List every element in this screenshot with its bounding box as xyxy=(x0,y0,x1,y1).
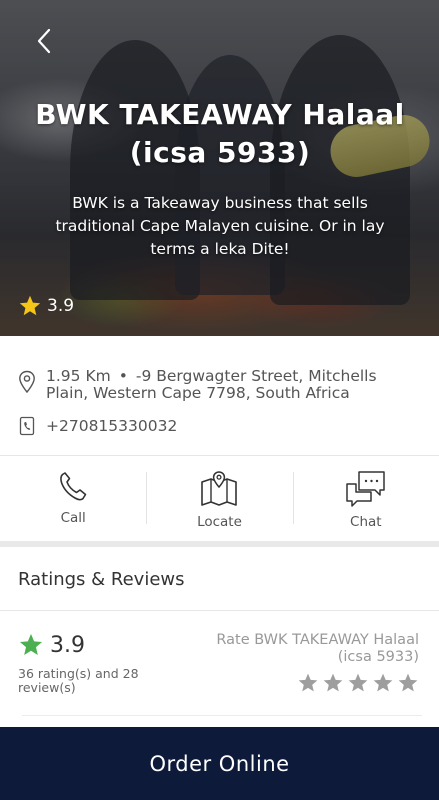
average-rating-value: 3.9 xyxy=(50,632,85,658)
section-divider xyxy=(0,541,439,547)
phone-icon xyxy=(19,416,35,436)
restaurant-description: BWK is a Takeaway business that sells tr… xyxy=(55,194,385,258)
call-label: Call xyxy=(60,510,86,526)
location-pin-icon xyxy=(19,370,35,394)
rate-star-icon[interactable] xyxy=(397,672,419,694)
rate-star-icon[interactable] xyxy=(322,672,344,694)
divider xyxy=(0,610,439,611)
phone-icon xyxy=(60,472,87,501)
phone-row[interactable]: +270815330032 xyxy=(18,416,421,436)
restaurant-info: 1.95 Km • -9 Bergwagter Street, Mitchells … xyxy=(0,336,439,436)
reviews-summary: 3.9 36 rating(s) and 28 review(s) Rate B… xyxy=(0,612,439,716)
hero-rating: 3.9 xyxy=(18,294,74,318)
address-row[interactable]: 1.95 Km • -9 Bergwagter Street, Mitchells … xyxy=(18,368,421,402)
map-icon xyxy=(201,471,238,506)
chat-button[interactable]: Chat xyxy=(292,456,439,541)
chat-label: Chat xyxy=(350,514,382,530)
action-bar: Call Locate Chat xyxy=(0,456,439,541)
rate-stars xyxy=(297,672,419,694)
back-button[interactable] xyxy=(30,26,60,56)
order-online-button[interactable]: Order Online xyxy=(0,727,439,800)
rate-prompt: Rate BWK TAKEAWAY Halaal (icsa 5933) xyxy=(216,632,419,665)
restaurant-name: BWK TAKEAWAY Halaal (icsa 5933) xyxy=(35,98,405,169)
divider xyxy=(22,715,422,716)
star-icon xyxy=(19,633,43,655)
address-text: 1.95 Km • -9 Bergwagter Street, Mitchells … xyxy=(46,368,421,402)
order-online-label: Order Online xyxy=(149,751,290,776)
hero-banner: BWK TAKEAWAY Halaal (icsa 5933) BWK is a… xyxy=(0,0,439,336)
ratings-reviews-title: Ratings & Reviews xyxy=(18,569,185,590)
locate-label: Locate xyxy=(197,514,242,530)
average-rating: 3.9 xyxy=(18,632,85,658)
rate-star-icon[interactable] xyxy=(297,672,319,694)
chat-icon xyxy=(346,471,385,507)
phone-number: +270815330032 xyxy=(46,416,178,435)
hero-rating-value: 3.9 xyxy=(47,296,75,316)
rating-counts: 36 rating(s) and 28 review(s) xyxy=(18,666,139,695)
distance: 1.95 Km xyxy=(46,367,111,385)
separator-dot: • xyxy=(118,367,128,385)
rate-star-icon[interactable] xyxy=(372,672,394,694)
rate-star-icon[interactable] xyxy=(347,672,369,694)
chevron-left-icon xyxy=(37,28,51,54)
star-icon xyxy=(19,295,41,316)
call-button[interactable]: Call xyxy=(0,456,146,541)
locate-button[interactable]: Locate xyxy=(146,456,292,541)
